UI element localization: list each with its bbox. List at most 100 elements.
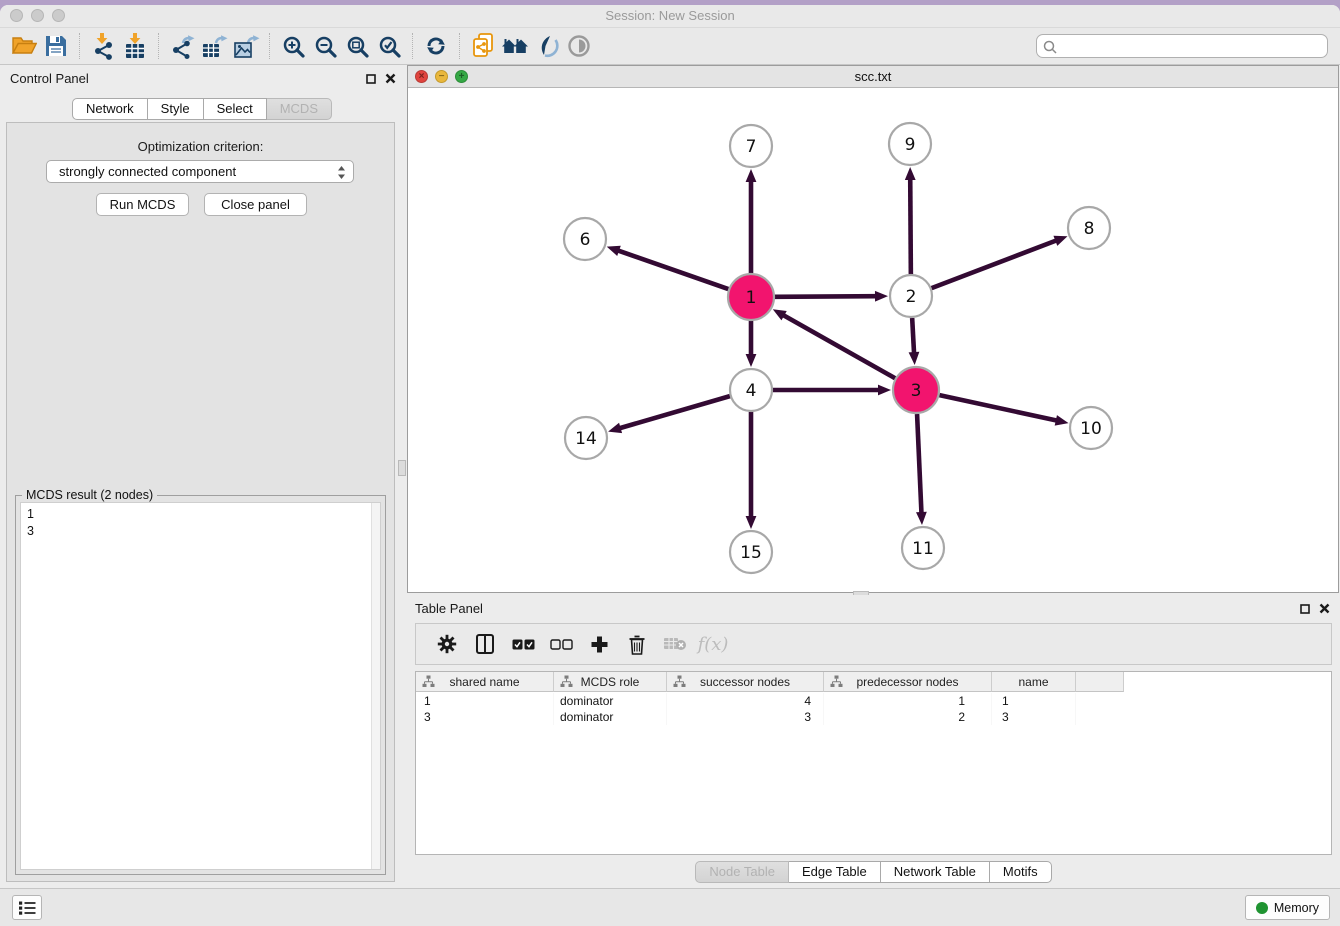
task-history-button[interactable] <box>12 895 42 920</box>
node-15[interactable]: 15 <box>730 531 772 573</box>
style-brush-icon[interactable] <box>531 31 563 61</box>
edge-4-14[interactable] <box>608 396 730 433</box>
zoom-in-icon[interactable] <box>277 31 309 61</box>
network-document-icon[interactable] <box>467 31 499 61</box>
edge-3-1[interactable] <box>773 309 895 378</box>
close-panel-icon[interactable] <box>385 71 396 89</box>
table-row[interactable]: 1dominator411 <box>416 693 1331 709</box>
edge-1-2[interactable] <box>775 291 888 302</box>
network-title: scc.txt <box>408 69 1338 84</box>
close-table-panel-icon[interactable] <box>1319 601 1330 619</box>
delete-table-icon[interactable] <box>656 627 694 661</box>
edge-3-10[interactable] <box>939 395 1068 426</box>
tab-edge-table[interactable]: Edge Table <box>789 861 881 883</box>
edge-3-11[interactable] <box>916 414 927 525</box>
tab-motifs[interactable]: Motifs <box>990 861 1052 883</box>
panel-divider-grip[interactable] <box>398 460 406 476</box>
toggle-panes-icon[interactable] <box>466 627 504 661</box>
node-7[interactable]: 7 <box>730 125 772 167</box>
import-network-icon[interactable] <box>87 31 119 61</box>
svg-text:3: 3 <box>911 381 922 401</box>
list-icon <box>18 900 37 916</box>
column-header-shared-name[interactable]: shared name <box>416 672 554 692</box>
run-mcds-button[interactable]: Run MCDS <box>96 193 189 216</box>
save-icon[interactable] <box>40 31 72 61</box>
column-header-name[interactable]: name <box>992 672 1076 692</box>
add-column-icon[interactable] <box>580 627 618 661</box>
node-6[interactable]: 6 <box>564 218 606 260</box>
import-table-icon[interactable] <box>119 31 151 61</box>
svg-text:15: 15 <box>740 543 762 563</box>
control-panel-header: Control Panel <box>0 65 404 91</box>
table-panel: Table Panel <box>407 595 1340 888</box>
column-header-MCDS-role[interactable]: MCDS role <box>554 672 667 692</box>
network-canvas[interactable]: 1 2 3 4 6 7 8 9 10 11 14 15 <box>408 88 1338 592</box>
toolbar-separator <box>79 33 80 59</box>
settings-gear-icon[interactable] <box>428 627 466 661</box>
memory-status-icon <box>1256 902 1268 914</box>
home-gallery-icon[interactable] <box>499 31 531 61</box>
edge-2-9[interactable] <box>905 167 916 274</box>
memory-button[interactable]: Memory <box>1245 895 1330 920</box>
edge-2-3[interactable] <box>909 318 920 365</box>
float-table-panel-icon[interactable] <box>1300 601 1310 619</box>
application-root: Session: New Session <box>0 0 1340 926</box>
edge-4-15[interactable] <box>746 412 757 529</box>
hide-eye-icon[interactable] <box>563 31 595 61</box>
export-table-icon[interactable] <box>198 31 230 61</box>
edge-1-6[interactable] <box>607 246 729 289</box>
control-panel: Control Panel NetworkStyleSelectMCDS Opt… <box>0 65 404 888</box>
table-row[interactable]: 3dominator323 <box>416 709 1331 725</box>
select-all-icon[interactable] <box>504 627 542 661</box>
tab-network[interactable]: Network <box>72 98 148 120</box>
node-11[interactable]: 11 <box>902 527 944 569</box>
node-9[interactable]: 9 <box>889 123 931 165</box>
window-title: Session: New Session <box>0 8 1340 23</box>
refresh-layout-icon[interactable] <box>420 31 452 61</box>
criterion-select[interactable]: strongly connected component <box>46 160 354 183</box>
delete-column-icon[interactable] <box>618 627 656 661</box>
svg-text:10: 10 <box>1080 419 1102 439</box>
node-14[interactable]: 14 <box>565 417 607 459</box>
edge-2-8[interactable] <box>932 236 1068 288</box>
column-header-predecessor-nodes[interactable]: predecessor nodes <box>824 672 992 692</box>
export-network-icon[interactable] <box>166 31 198 61</box>
node-8[interactable]: 8 <box>1068 207 1110 249</box>
toolbar-separator <box>158 33 159 59</box>
tab-network-table[interactable]: Network Table <box>881 861 990 883</box>
node-2[interactable]: 2 <box>890 275 932 317</box>
network-window: × − + scc.txt 1234678910111415 <box>407 65 1339 593</box>
export-image-icon[interactable] <box>230 31 262 61</box>
edge-4-3[interactable] <box>773 385 891 396</box>
open-folder-icon[interactable] <box>8 31 40 61</box>
float-panel-icon[interactable] <box>366 71 376 89</box>
svg-text:8: 8 <box>1084 219 1095 239</box>
close-panel-button[interactable]: Close panel <box>204 193 307 216</box>
svg-text:6: 6 <box>580 230 591 250</box>
function-builder-icon[interactable]: f(x) <box>694 627 732 661</box>
table-header-row: shared nameMCDS rolesuccessor nodesprede… <box>416 672 1331 692</box>
search-input[interactable] <box>1061 36 1321 56</box>
tab-mcds[interactable]: MCDS <box>267 98 332 120</box>
tab-style[interactable]: Style <box>148 98 204 120</box>
edge-1-7[interactable] <box>746 169 757 273</box>
table-toolbar: f(x) <box>415 623 1332 665</box>
node-10[interactable]: 10 <box>1070 407 1112 449</box>
node-4[interactable]: 4 <box>730 369 772 411</box>
svg-text:7: 7 <box>746 137 757 157</box>
tab-select[interactable]: Select <box>204 98 267 120</box>
search-field[interactable] <box>1036 34 1328 58</box>
zoom-selected-icon[interactable] <box>373 31 405 61</box>
toolbar-separator <box>269 33 270 59</box>
result-scrollbar[interactable] <box>371 503 380 869</box>
tab-node-table[interactable]: Node Table <box>695 861 789 883</box>
column-header-successor-nodes[interactable]: successor nodes <box>667 672 824 692</box>
column-header-blank <box>1076 672 1124 692</box>
node-3[interactable]: 3 <box>893 367 939 413</box>
deselect-all-icon[interactable] <box>542 627 580 661</box>
zoom-fit-icon[interactable] <box>341 31 373 61</box>
node-1[interactable]: 1 <box>728 274 774 320</box>
edge-1-4[interactable] <box>746 321 757 367</box>
zoom-out-icon[interactable] <box>309 31 341 61</box>
mcds-result-area[interactable]: 1 3 <box>20 502 381 870</box>
